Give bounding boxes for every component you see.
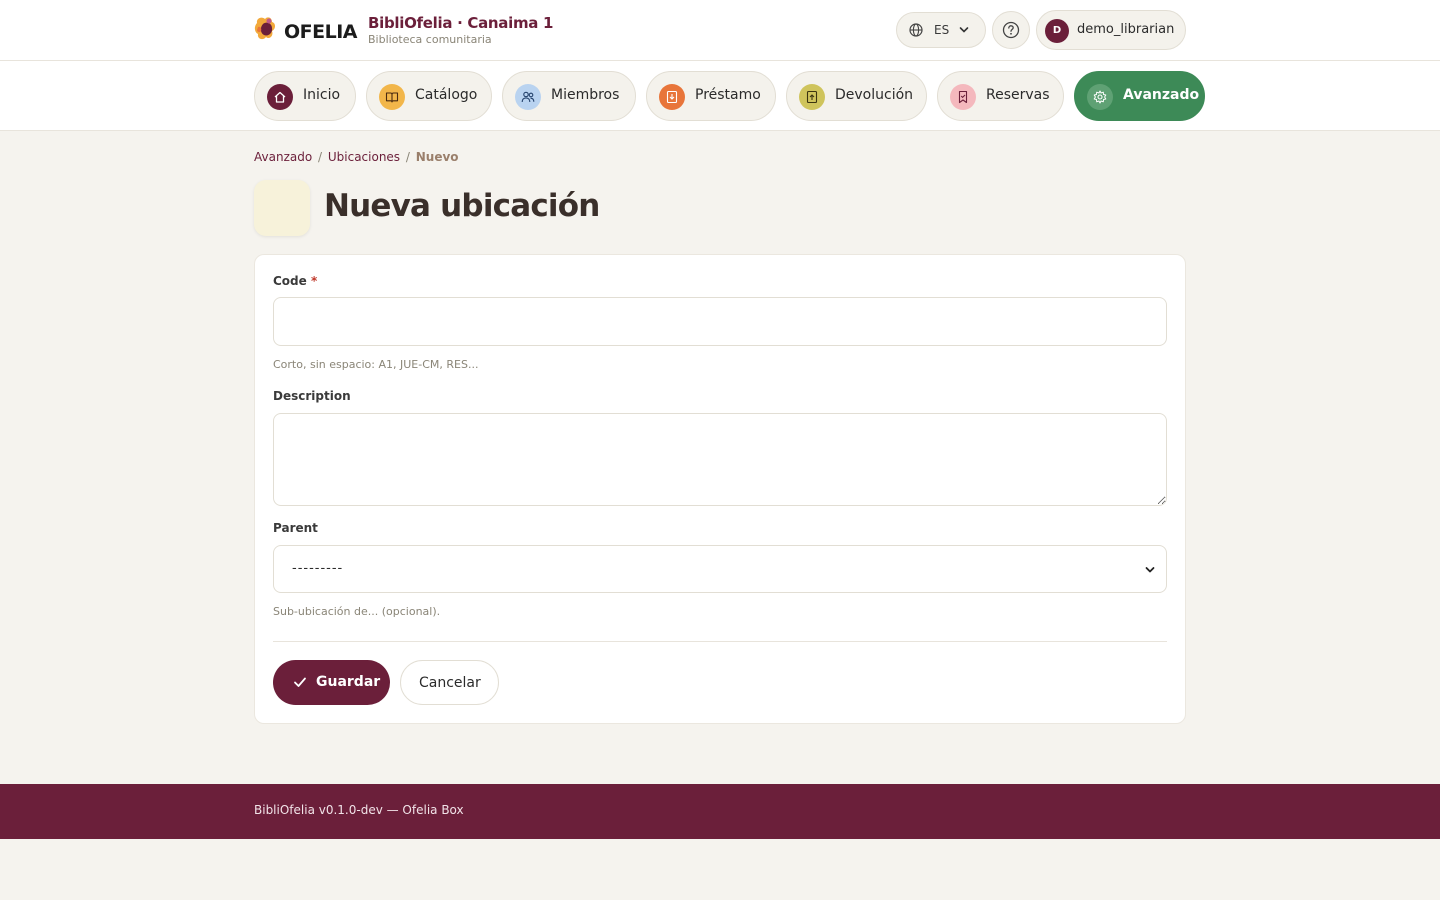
top-header: OFELIA BibliOfelia · Canaima 1 Bibliotec… bbox=[0, 0, 1440, 61]
return-icon bbox=[799, 84, 825, 110]
page-icon bbox=[254, 180, 310, 236]
breadcrumb-link-avanzado[interactable]: Avanzado bbox=[254, 150, 312, 164]
check-icon bbox=[294, 677, 306, 687]
globe-icon bbox=[909, 23, 923, 37]
nav-label: Reservas bbox=[986, 87, 1050, 103]
save-button[interactable]: Guardar bbox=[273, 660, 390, 705]
breadcrumb-separator: / bbox=[314, 150, 326, 164]
language-selector[interactable]: ES bbox=[896, 12, 986, 48]
parent-label: Parent bbox=[273, 521, 318, 535]
location-form: Code * Corto, sin espacio: A1, JUE-CM, R… bbox=[254, 254, 1186, 724]
breadcrumb-separator: / bbox=[402, 150, 414, 164]
ofelia-logo[interactable]: OFELIA bbox=[254, 15, 359, 45]
nav-item-catalogo[interactable]: Catálogo bbox=[366, 71, 492, 121]
help-button[interactable] bbox=[992, 11, 1030, 49]
nav-item-miembros[interactable]: Miembros bbox=[502, 71, 636, 121]
chevron-down-icon bbox=[1145, 567, 1155, 573]
footer: BibliOfelia v0.1.0-dev — Ofelia Box bbox=[0, 784, 1440, 839]
required-mark: * bbox=[310, 274, 318, 288]
parent-help-text: Sub-ubicación de... (opcional). bbox=[273, 605, 441, 618]
parent-select[interactable]: --------- bbox=[273, 545, 1167, 593]
description-textarea[interactable] bbox=[273, 413, 1167, 506]
nav-label: Catálogo bbox=[415, 87, 478, 103]
main-navigation: Inicio Catálogo Miembros Préstamo Devolu… bbox=[0, 61, 1440, 131]
code-label-text: Code bbox=[273, 274, 307, 288]
breadcrumb-link-ubicaciones[interactable]: Ubicaciones bbox=[328, 150, 400, 164]
nav-item-reservas[interactable]: Reservas bbox=[937, 71, 1064, 121]
home-icon bbox=[267, 84, 293, 110]
nav-label: Avanzado bbox=[1123, 87, 1200, 103]
breadcrumb-current: Nuevo bbox=[415, 150, 459, 164]
nav-label: Préstamo bbox=[695, 87, 761, 103]
nav-item-inicio[interactable]: Inicio bbox=[254, 71, 356, 121]
gear-icon bbox=[1087, 84, 1113, 110]
language-label: ES bbox=[934, 23, 950, 37]
brand-title: BibliOfelia · Canaima 1 bbox=[368, 14, 554, 32]
nav-item-prestamo[interactable]: Préstamo bbox=[646, 71, 776, 121]
nav-item-devolucion[interactable]: Devolución bbox=[786, 71, 927, 121]
code-label: Code * bbox=[273, 274, 317, 288]
brand-subtitle: Biblioteca comunitaria bbox=[368, 33, 492, 46]
nav-label: Devolución bbox=[835, 87, 914, 103]
user-menu-button[interactable]: D demo_librarian bbox=[1036, 10, 1186, 50]
code-help-text: Corto, sin espacio: A1, JUE-CM, RES... bbox=[273, 358, 479, 371]
username: demo_librarian bbox=[1077, 22, 1175, 37]
question-icon bbox=[1002, 21, 1020, 39]
nav-label: Inicio bbox=[303, 87, 341, 103]
avatar: D bbox=[1045, 19, 1069, 43]
loan-icon bbox=[659, 84, 685, 110]
parent-select-value: --------- bbox=[292, 561, 344, 576]
page-title: Nueva ubicación bbox=[324, 188, 600, 224]
code-input[interactable] bbox=[273, 297, 1167, 346]
breadcrumb: Avanzado / Ubicaciones / Nuevo bbox=[254, 150, 459, 164]
nav-label: Miembros bbox=[551, 87, 620, 103]
cancel-button[interactable]: Cancelar bbox=[400, 660, 499, 705]
footer-text: BibliOfelia v0.1.0-dev — Ofelia Box bbox=[254, 803, 464, 817]
users-icon bbox=[515, 84, 541, 110]
chevron-down-icon bbox=[959, 27, 969, 33]
nav-item-avanzado[interactable]: Avanzado bbox=[1074, 71, 1205, 121]
save-button-label: Guardar bbox=[316, 674, 381, 690]
form-divider bbox=[273, 641, 1167, 642]
description-label: Description bbox=[273, 389, 351, 403]
cancel-button-label: Cancelar bbox=[419, 675, 481, 691]
book-icon bbox=[379, 84, 405, 110]
bookmark-icon bbox=[950, 84, 976, 110]
svg-text:OFELIA: OFELIA bbox=[284, 21, 358, 43]
